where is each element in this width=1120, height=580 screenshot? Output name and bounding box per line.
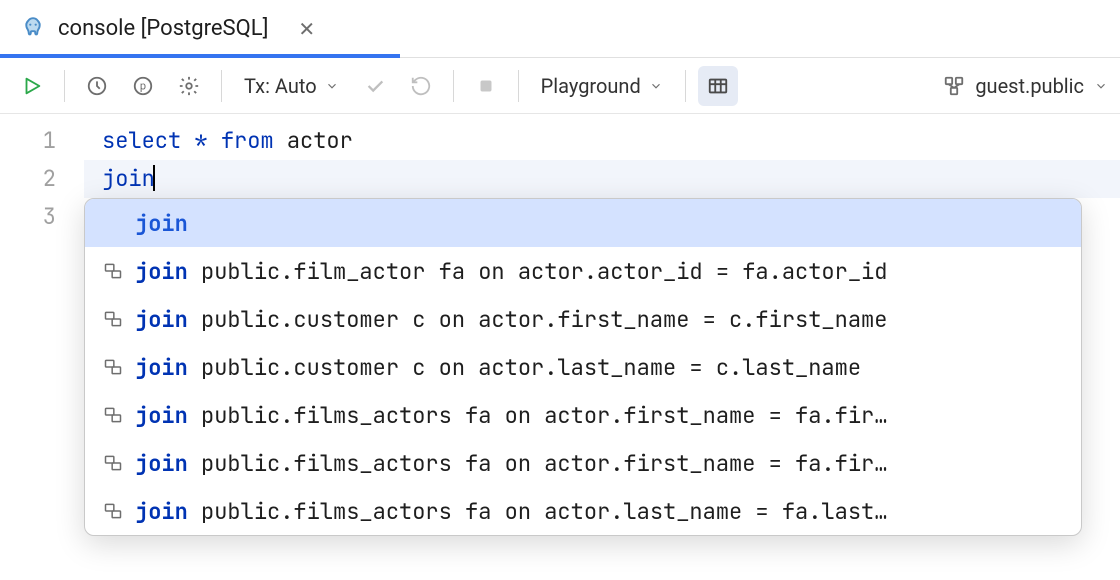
- postgres-icon: [20, 16, 46, 42]
- completion-item[interactable]: join: [85, 199, 1081, 247]
- chevron-down-icon: [1094, 79, 1108, 93]
- completion-item[interactable]: join public.films_actors fa on actor.las…: [85, 487, 1081, 535]
- schema-selector[interactable]: guest.public: [943, 74, 1108, 98]
- tx-mode-dropdown[interactable]: Tx: Auto: [234, 66, 349, 106]
- code-line[interactable]: select * from actor: [84, 122, 1120, 160]
- join-icon: [103, 309, 123, 329]
- schema-label: guest.public: [975, 74, 1084, 98]
- line-number: 3: [0, 198, 56, 236]
- rollback-icon[interactable]: [401, 66, 441, 106]
- commit-icon[interactable]: [355, 66, 395, 106]
- completion-label: join public.film_actor fa on actor.actor…: [135, 257, 887, 286]
- join-icon: [103, 405, 123, 425]
- tx-mode-label: Tx: Auto: [244, 74, 317, 98]
- session-label: Playground: [541, 74, 641, 98]
- line-number: 1: [0, 122, 56, 160]
- session-dropdown[interactable]: Playground: [531, 66, 673, 106]
- completion-item[interactable]: join public.film_actor fa on actor.actor…: [85, 247, 1081, 295]
- svg-text:p: p: [140, 79, 146, 92]
- completion-item[interactable]: join public.films_actors fa on actor.fir…: [85, 391, 1081, 439]
- schema-icon: [943, 75, 965, 97]
- tab-bar: console [PostgreSQL] ✕: [0, 0, 1120, 58]
- caret: [153, 165, 155, 191]
- completion-label: join public.films_actors fa on actor.fir…: [135, 401, 887, 430]
- line-number: 2: [0, 160, 56, 198]
- completion-label: join public.customer c on actor.first_na…: [135, 305, 887, 334]
- chevron-down-icon: [325, 79, 339, 93]
- editor[interactable]: 1 2 3 select * from actor join join join…: [0, 114, 1120, 244]
- separator: [518, 70, 519, 102]
- close-tab-icon[interactable]: ✕: [298, 19, 315, 39]
- chevron-down-icon: [649, 79, 663, 93]
- blank-icon: [103, 213, 123, 233]
- completion-label: join public.films_actors fa on actor.fir…: [135, 449, 887, 478]
- stop-icon[interactable]: [466, 66, 506, 106]
- separator: [221, 70, 222, 102]
- tab-title: console [PostgreSQL]: [58, 16, 268, 41]
- code-line[interactable]: join: [84, 160, 1120, 198]
- gear-icon[interactable]: [169, 66, 209, 106]
- toolbar: p Tx: Auto Playground guest.public: [0, 58, 1120, 114]
- completion-item[interactable]: join public.films_actors fa on actor.fir…: [85, 439, 1081, 487]
- completion-label: join: [135, 209, 188, 238]
- completion-popup: join join public.film_actor fa on actor.…: [84, 198, 1082, 536]
- history-icon[interactable]: [77, 66, 117, 106]
- results-view-icon[interactable]: [698, 66, 738, 106]
- separator: [64, 70, 65, 102]
- join-icon: [103, 357, 123, 377]
- join-icon: [103, 501, 123, 521]
- separator: [685, 70, 686, 102]
- gutter: 1 2 3: [0, 114, 84, 244]
- completion-label: join public.customer c on actor.last_nam…: [135, 353, 861, 382]
- plan-icon[interactable]: p: [123, 66, 163, 106]
- join-icon: [103, 261, 123, 281]
- run-icon[interactable]: [12, 66, 52, 106]
- completion-item[interactable]: join public.customer c on actor.first_na…: [85, 295, 1081, 343]
- join-icon: [103, 453, 123, 473]
- completion-item[interactable]: join public.customer c on actor.last_nam…: [85, 343, 1081, 391]
- separator: [453, 70, 454, 102]
- completion-label: join public.films_actors fa on actor.las…: [135, 497, 887, 526]
